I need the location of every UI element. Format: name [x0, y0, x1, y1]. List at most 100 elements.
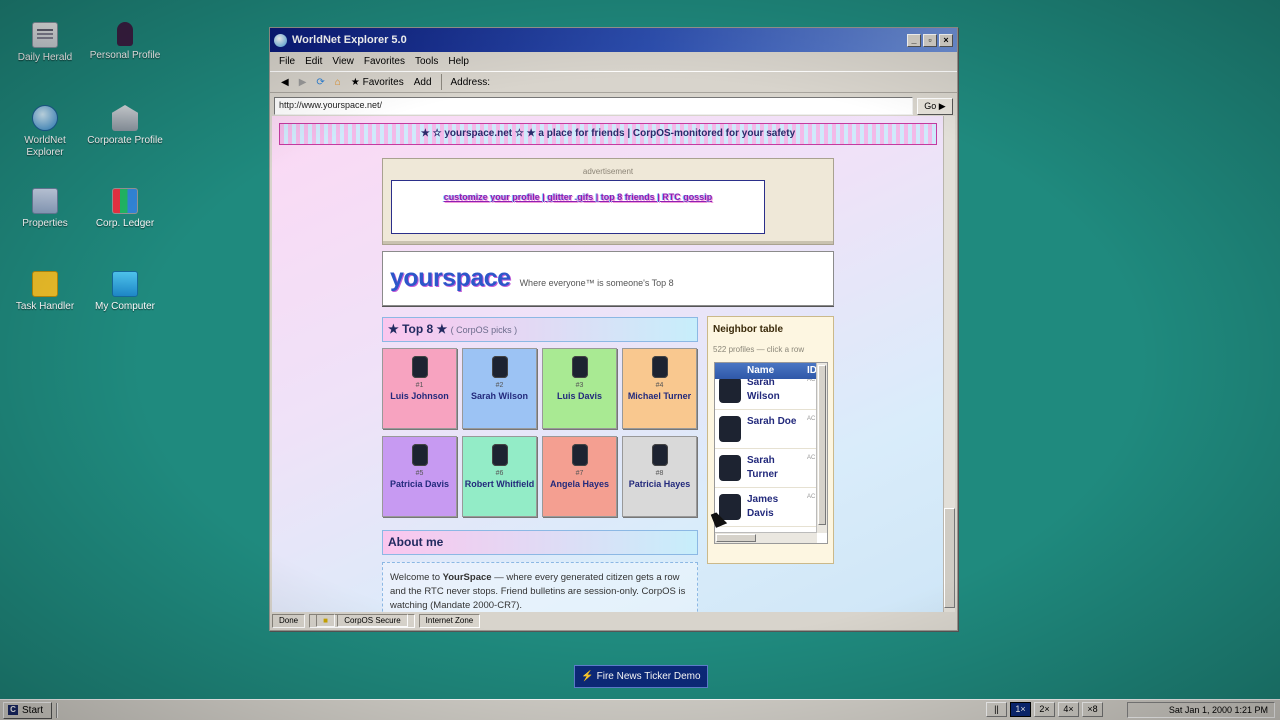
speed-button[interactable]: ×8 — [1082, 702, 1103, 717]
site-tagline: Where everyone™ is someone's Top 8 — [519, 277, 674, 288]
desktop-icon-my-computer[interactable]: My Computer — [85, 271, 165, 313]
top8-friend-card[interactable]: #5 Patricia Davis — [382, 436, 457, 517]
close-button[interactable]: × — [939, 33, 953, 47]
neighbor-table-row[interactable]: Sarah Turner AC — [715, 449, 817, 488]
maximize-button[interactable]: ▫ — [923, 33, 937, 47]
taskbar-divider — [56, 702, 59, 718]
top8-friend-card[interactable]: #7 Angela Hayes — [542, 436, 617, 517]
neighbor-horizontal-scrollbar[interactable] — [715, 532, 817, 543]
scrollbar-thumb[interactable] — [944, 508, 955, 608]
toolbar: ◀ ▶ ⟳ ⌂ ★ Favorites Add Address: — [270, 71, 957, 93]
friend-name: Luis Johnson — [390, 391, 449, 401]
address-input[interactable]: http://www.yourspace.net/ — [274, 97, 913, 115]
top8-subtitle: ( CorpOS picks ) — [450, 325, 518, 335]
friend-name: Michael Turner — [627, 391, 692, 401]
menu-edit[interactable]: Edit — [300, 56, 327, 67]
advertisement-links[interactable]: customize your profile | glitter .gifs |… — [392, 192, 764, 202]
lock-icon: ■ — [316, 614, 335, 627]
avatar — [651, 444, 668, 466]
menu-view[interactable]: View — [327, 56, 359, 67]
neighbor-table-row[interactable]: Sarah Doe AC — [715, 410, 817, 449]
page-vertical-scrollbar[interactable] — [943, 116, 955, 612]
newspaper-icon — [32, 22, 58, 48]
neighbor-table-panel: Neighbor table 522 profiles — click a ro… — [707, 316, 834, 564]
status-done: Done — [272, 614, 306, 628]
neighbor-table-header: Name ID — [715, 363, 817, 379]
scrollbar-thumb[interactable] — [818, 365, 826, 525]
start-label: Start — [22, 704, 44, 716]
fire-news-ticker-demo-button[interactable]: ⚡ Fire News Ticker Demo — [574, 665, 708, 688]
friend-rank: #3 — [575, 382, 584, 389]
friend-rank: #8 — [655, 470, 664, 477]
desktop-icon-label: My Computer — [94, 301, 155, 312]
desktop-icon-label: WorldNet Explorer — [24, 135, 66, 158]
top8-friend-card[interactable]: #1 Luis Johnson — [382, 348, 457, 429]
avatar — [491, 356, 508, 378]
speed-button[interactable]: 4× — [1058, 702, 1079, 717]
desktop-icon-label: Properties — [22, 218, 68, 229]
top8-friend-card[interactable]: #4 Michael Turner — [622, 348, 697, 429]
friend-rank: #6 — [495, 470, 504, 477]
about-text: Welcome to YourSpace — where every gener… — [382, 562, 698, 612]
menu-help[interactable]: Help — [443, 56, 474, 67]
window-title: WorldNet Explorer 5.0 — [292, 34, 407, 46]
start-button[interactable]: C Start — [3, 701, 53, 719]
desktop-icon-task-handler[interactable]: Task Handler — [5, 271, 85, 313]
advertisement-box: advertisement customize your profile | g… — [382, 158, 834, 245]
desktop-icon-daily-herald[interactable]: Daily Herald — [5, 22, 85, 64]
desktop-icon-personal-profile[interactable]: Personal Profile — [85, 22, 165, 62]
desktop-icon-label: Personal Profile — [89, 50, 161, 61]
home-button[interactable]: ⌂ — [330, 77, 346, 88]
title-bar[interactable]: WorldNet Explorer 5.0 _ ▫ × — [270, 28, 957, 52]
menu-bar: File Edit View Favorites Tools Help — [270, 52, 957, 71]
menu-file[interactable]: File — [274, 56, 300, 67]
back-button[interactable]: ◀ — [276, 77, 294, 88]
desktop-icon-properties[interactable]: Properties — [5, 188, 85, 230]
friend-rank: #4 — [655, 382, 664, 389]
advertisement-label: advertisement — [582, 167, 634, 176]
desktop-icon-worldnet-explorer[interactable]: WorldNet Explorer — [5, 105, 85, 159]
forward-button[interactable]: ▶ — [294, 77, 312, 88]
speed-controls: || 1× 2× 4× ×8 — [986, 702, 1103, 717]
minimize-button[interactable]: _ — [907, 33, 921, 47]
top8-friend-card[interactable]: #8 Patricia Hayes — [622, 436, 697, 517]
neighbor-table-row[interactable]: James Davis AC — [715, 488, 817, 527]
neighbor-vertical-scrollbar[interactable] — [816, 363, 827, 533]
page-content: ★ ☆ yourspace.net ☆ ★ a place for friend… — [272, 116, 943, 612]
person-icon — [117, 22, 133, 46]
friend-rank: #1 — [415, 382, 424, 389]
friend-name: Angela Hayes — [549, 479, 610, 489]
friend-rank: #2 — [495, 382, 504, 389]
bank-icon — [112, 105, 138, 131]
friend-name: Patricia Davis — [389, 479, 450, 489]
site-banner: ★ ☆ yourspace.net ☆ ★ a place for friend… — [279, 123, 937, 145]
neighbor-name: Sarah Wilson — [747, 377, 780, 402]
start-logo-icon: C — [8, 705, 18, 715]
computer-icon — [112, 271, 138, 297]
desktop-icon-corporate-profile[interactable]: Corporate Profile — [85, 105, 165, 147]
neighbor-title: Neighbor table — [713, 324, 784, 335]
top8-friend-card[interactable]: #6 Robert Whitfield — [462, 436, 537, 517]
menu-tools[interactable]: Tools — [410, 56, 443, 67]
neighbor-id: AC — [807, 494, 816, 500]
top8-friend-card[interactable]: #2 Sarah Wilson — [462, 348, 537, 429]
add-favorite-button[interactable]: Add — [409, 77, 437, 88]
avatar — [491, 444, 508, 466]
speed-button[interactable]: 2× — [1034, 702, 1055, 717]
system-clock: Sat Jan 1, 2000 1:21 PM — [1127, 702, 1275, 718]
refresh-button[interactable]: ⟳ — [311, 77, 329, 88]
speed-button[interactable]: || — [986, 702, 1007, 717]
go-button[interactable]: Go ▶ — [917, 97, 953, 115]
favorites-button[interactable]: ★ Favorites — [346, 77, 409, 88]
menu-favorites[interactable]: Favorites — [359, 56, 410, 67]
scrollbar-thumb[interactable] — [716, 534, 756, 542]
top8-friend-card[interactable]: #3 Luis Davis — [542, 348, 617, 429]
speed-button[interactable]: 1× — [1010, 702, 1031, 717]
neighbor-table[interactable]: Sarah Wilson AC Sarah Doe AC Sarah Turner AC J… — [714, 362, 828, 544]
avatar — [719, 377, 741, 403]
desktop-icon-corp-ledger[interactable]: Corp. Ledger — [85, 188, 165, 230]
column-header-name[interactable]: Name — [747, 365, 774, 376]
friend-rank: #5 — [415, 470, 424, 477]
globe-icon — [274, 33, 287, 47]
site-logo[interactable]: yourspace — [390, 264, 511, 293]
